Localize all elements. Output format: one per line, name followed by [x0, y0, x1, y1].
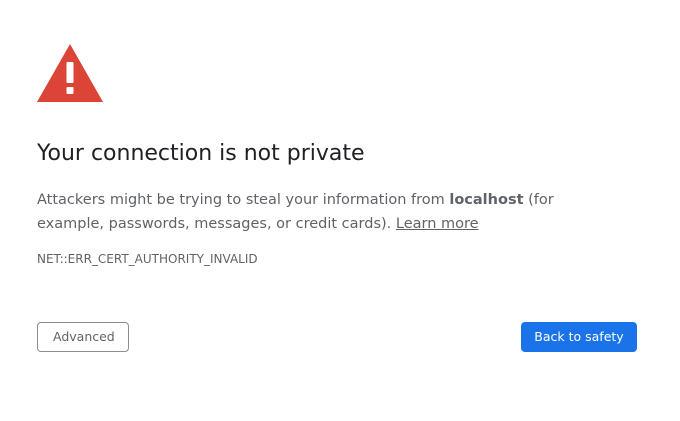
- privacy-error-page: Your connection is not private Attackers…: [0, 0, 680, 421]
- advanced-button[interactable]: Advanced: [37, 322, 129, 352]
- host-name: localhost: [449, 192, 524, 208]
- error-code: NET::ERR_CERT_AUTHORITY_INVALID: [37, 252, 258, 266]
- warning-triangle-icon: [37, 44, 103, 102]
- explanation-text: Attackers might be trying to steal your …: [37, 188, 617, 236]
- explanation-before: Attackers might be trying to steal your …: [37, 192, 450, 208]
- back-to-safety-button[interactable]: Back to safety: [521, 322, 637, 352]
- learn-more-link[interactable]: Learn more: [396, 216, 479, 232]
- page-title: Your connection is not private: [37, 141, 365, 166]
